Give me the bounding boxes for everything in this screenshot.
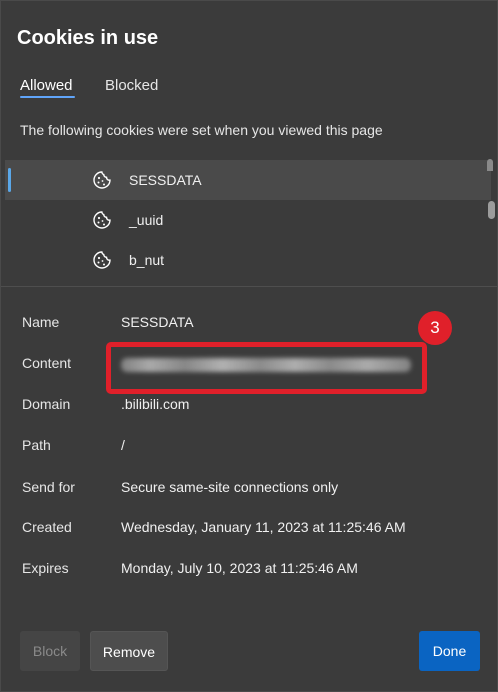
detail-value-created: Wednesday, January 11, 2023 at 11:25:46 …: [121, 519, 406, 535]
detail-label: Content: [22, 355, 72, 371]
detail-value-send-for: Secure same-site connections only: [121, 479, 339, 495]
detail-label: Created: [22, 519, 72, 535]
annotation-highlight-box: [106, 342, 427, 394]
selection-indicator: [8, 168, 11, 192]
done-button[interactable]: Done: [419, 631, 480, 671]
cookie-name: b_nut: [129, 252, 165, 268]
cookie-list: SESSDATA _uuid b_nut: [5, 160, 491, 281]
detail-row-domain: Domain .bilibili.com: [1, 396, 497, 416]
tab-blocked[interactable]: Blocked: [105, 77, 158, 94]
active-tab-indicator: [20, 96, 75, 98]
cookie-list-description: The following cookies were set when you …: [20, 122, 383, 138]
detail-value-path: /: [121, 437, 125, 453]
scrollbar-arrow[interactable]: [487, 159, 493, 171]
cookie-icon: [92, 170, 112, 190]
detail-row-path: Path /: [1, 437, 497, 457]
scrollbar-thumb[interactable]: [488, 201, 495, 219]
detail-label: Expires: [22, 560, 69, 576]
cookie-name: _uuid: [129, 212, 164, 228]
detail-value-name: SESSDATA: [121, 314, 194, 330]
detail-row-expires: Expires Monday, July 10, 2023 at 11:25:4…: [1, 560, 497, 580]
detail-row-created: Created Wednesday, January 11, 2023 at 1…: [1, 519, 497, 539]
detail-value-domain: .bilibili.com: [121, 396, 190, 412]
detail-row-send-for: Send for Secure same-site connections on…: [1, 479, 497, 499]
detail-label: Domain: [22, 396, 71, 412]
cookie-list-item[interactable]: SESSDATA: [5, 160, 491, 200]
cookie-list-item[interactable]: b_nut: [5, 240, 491, 280]
detail-label: Send for: [22, 479, 75, 495]
cookie-list-item[interactable]: _uuid: [5, 200, 491, 240]
cookie-name: SESSDATA: [129, 172, 202, 188]
cookies-dialog: Cookies in use Allowed Blocked The follo…: [0, 0, 498, 692]
cookie-icon: [92, 250, 112, 270]
dialog-title: Cookies in use: [17, 27, 159, 49]
remove-button[interactable]: Remove: [90, 631, 168, 671]
detail-value-expires: Monday, July 10, 2023 at 11:25:46 AM: [121, 560, 358, 576]
detail-label: Name: [22, 314, 60, 330]
block-button[interactable]: Block: [20, 631, 80, 671]
detail-label: Path: [22, 437, 51, 453]
annotation-step-badge: 3: [418, 311, 452, 345]
tab-allowed[interactable]: Allowed: [20, 77, 73, 94]
cookie-icon: [92, 210, 112, 230]
divider: [1, 286, 497, 287]
